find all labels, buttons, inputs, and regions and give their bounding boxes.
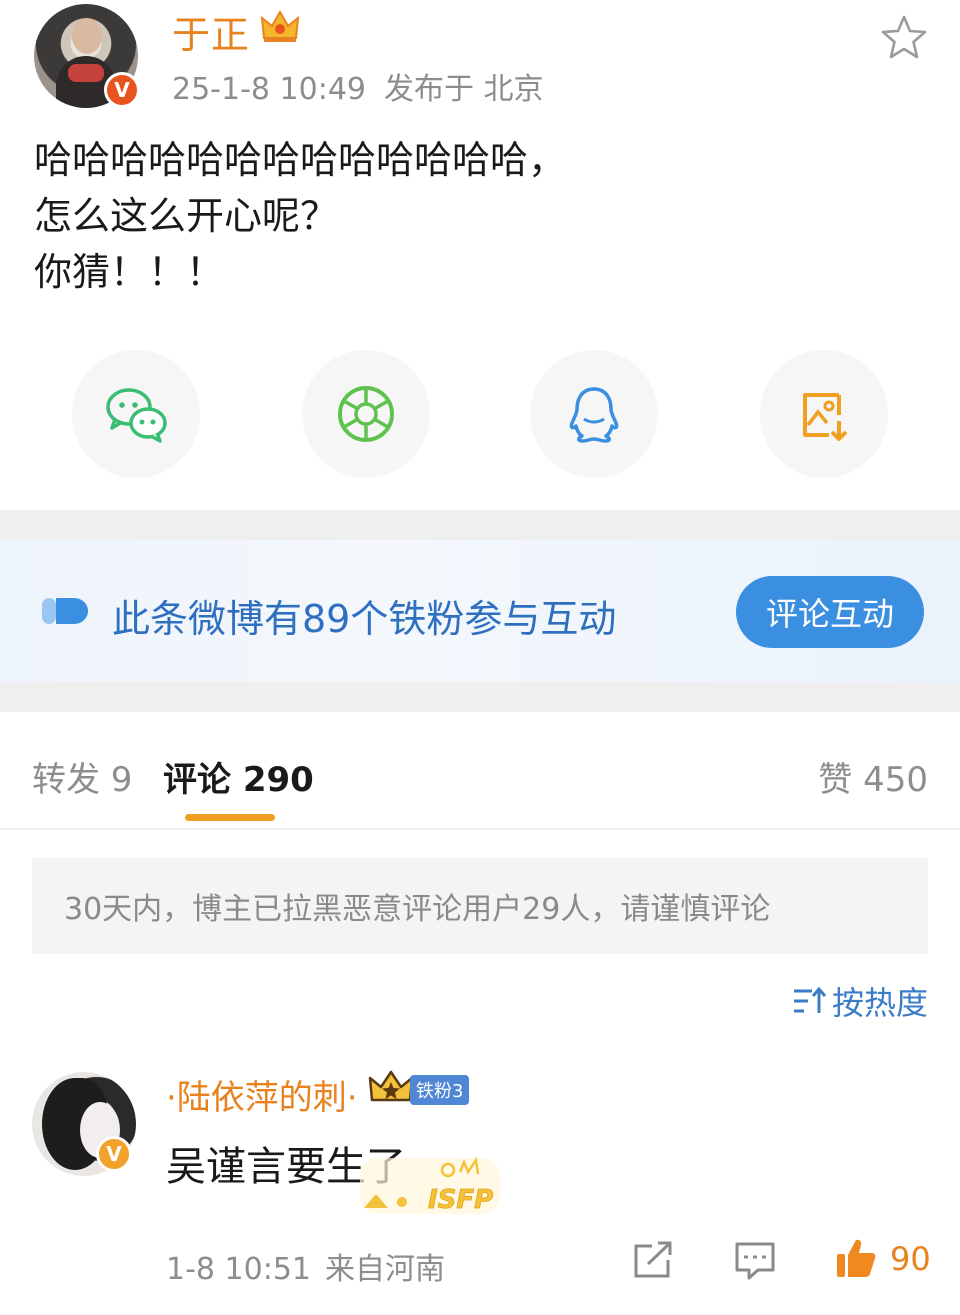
- post-date: 25-1-8 10:49: [172, 72, 366, 107]
- sort-label: 按热度: [831, 984, 928, 1022]
- active-tab-indicator: [185, 814, 275, 821]
- section-divider: [0, 510, 960, 540]
- verified-badge-icon: V: [104, 72, 140, 108]
- wechat-icon: [106, 388, 167, 443]
- commenter-name[interactable]: ·陆依萍的刺·: [166, 1070, 358, 1119]
- like-thumb-icon[interactable]: [834, 1236, 878, 1280]
- share-comment-icon[interactable]: [632, 1240, 674, 1280]
- reply-comment-icon[interactable]: [734, 1240, 776, 1280]
- weibo-post-detail: V 于正 25-1-8 10:49 发布于 北京 哈哈哈哈哈哈哈哈哈哈哈哈哈， 怎…: [0, 0, 960, 1315]
- comment-like-count: 90: [890, 1240, 931, 1278]
- moments-icon: [338, 386, 394, 442]
- favorite-star-icon[interactable]: [880, 14, 928, 60]
- verified-badge-icon: V: [96, 1136, 132, 1172]
- comment-meta: 1-8 10:51 来自河南: [166, 1244, 445, 1288]
- avatar-scarf: [68, 64, 104, 82]
- comment-interaction-button[interactable]: 评论互动: [736, 576, 924, 648]
- post-text-line: 哈哈哈哈哈哈哈哈哈哈哈哈哈，: [34, 138, 567, 182]
- post-text-line: 你猜！！！: [34, 250, 225, 294]
- save-image-button[interactable]: [760, 350, 888, 478]
- notice-text: 30天内，博主已拉黑恶意评论用户29人，请谨慎评论: [64, 892, 771, 927]
- tab-like[interactable]: 赞 450: [818, 752, 928, 801]
- share-moments-button[interactable]: [302, 350, 430, 478]
- fans-interaction-text: 此条微博有89个铁粉参与互动: [112, 597, 617, 641]
- isfp-sticker-icon: ISFP: [360, 1156, 500, 1215]
- author-name[interactable]: 于正: [172, 4, 250, 59]
- crown-icon: [260, 9, 300, 42]
- save-image-icon: [803, 393, 848, 441]
- isfp-sticker-text: ISFP: [428, 1185, 493, 1215]
- comment-notice: 30天内，博主已拉黑恶意评论用户29人，请谨慎评论: [32, 858, 928, 954]
- fan-crown-icon: [368, 1070, 414, 1102]
- section-divider: [0, 682, 960, 712]
- fans-interaction-icon: [42, 598, 88, 624]
- post-meta: 25-1-8 10:49 发布于 北京: [172, 64, 544, 108]
- post-text-line: 怎么这么开心呢？: [34, 194, 339, 238]
- post-content: 哈哈哈哈哈哈哈哈哈哈哈哈哈， 怎么这么开心呢？ 你猜！！！: [34, 132, 914, 300]
- qq-icon: [569, 387, 619, 443]
- comment-source: 来自河南: [325, 1252, 445, 1287]
- tab-comment[interactable]: 评论 290: [163, 752, 314, 801]
- sort-by-hot-button[interactable]: 按热度: [792, 978, 928, 1024]
- post-location: 发布于 北京: [384, 72, 544, 107]
- tabs-divider: [0, 828, 960, 830]
- comment-date: 1-8 10:51: [166, 1252, 311, 1287]
- sort-icon: [793, 986, 826, 1013]
- share-wechat-button[interactable]: [72, 350, 200, 478]
- fan-level-badge: 铁粉3: [410, 1075, 470, 1105]
- share-qq-button[interactable]: [530, 350, 658, 478]
- avatar-face: [72, 18, 102, 54]
- tab-repost[interactable]: 转发 9: [32, 752, 132, 801]
